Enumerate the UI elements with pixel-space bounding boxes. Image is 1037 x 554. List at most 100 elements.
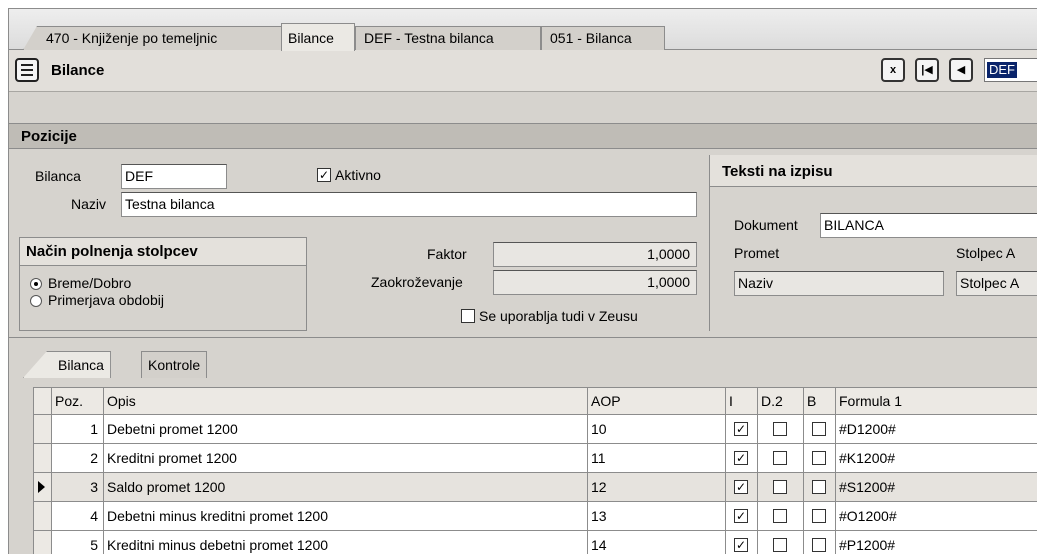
cell-d2[interactable] <box>758 502 804 530</box>
grid-header: Poz. Opis AOP I D.2 B Formula 1 <box>34 388 1037 415</box>
first-record-icon[interactable]: |◀ <box>915 58 939 82</box>
zeus-checkbox[interactable] <box>461 309 475 323</box>
cell-opis[interactable]: Kreditni minus debetni promet 1200 <box>104 531 588 554</box>
tab-bilance[interactable]: Bilance <box>281 23 355 51</box>
tab-def-testna-bilanca[interactable]: DEF - Testna bilanca <box>355 26 541 50</box>
cell-b[interactable] <box>804 531 836 554</box>
tab-051-bilanca[interactable]: 051 - Bilanca <box>541 26 665 50</box>
fill-method-title: Način polnenja stolpcev <box>20 238 306 266</box>
cell-b[interactable] <box>804 444 836 472</box>
naziv-input[interactable]: Testna bilanca <box>121 192 697 217</box>
cell-i[interactable]: ✓ <box>726 444 758 472</box>
list-icon[interactable] <box>15 58 39 82</box>
record-code-input[interactable]: DEF <box>984 58 1037 82</box>
cell-aop[interactable]: 13 <box>588 502 726 530</box>
column-header-poz[interactable]: Poz. <box>52 388 104 414</box>
stolpec-a-input[interactable]: Stolpec A <box>956 271 1037 296</box>
column-header-b[interactable]: B <box>804 388 836 414</box>
cell-aop[interactable]: 14 <box>588 531 726 554</box>
checkbox-b[interactable] <box>812 422 826 436</box>
cell-d2[interactable] <box>758 444 804 472</box>
cell-poz[interactable]: 5 <box>52 531 104 554</box>
cell-formula-1[interactable]: #K1200# <box>836 444 1037 472</box>
cell-poz[interactable]: 4 <box>52 502 104 530</box>
zaokrozevanje-label: Zaokroževanje <box>371 274 463 290</box>
cell-aop[interactable]: 10 <box>588 415 726 443</box>
cell-aop[interactable]: 11 <box>588 444 726 472</box>
radio-breme-dobro[interactable] <box>30 278 42 290</box>
cell-poz[interactable]: 1 <box>52 415 104 443</box>
table-row[interactable]: 2 Kreditni promet 1200 11 ✓ #K1200# <box>34 444 1037 473</box>
cell-i[interactable]: ✓ <box>726 502 758 530</box>
promet-label: Promet <box>734 245 780 261</box>
checkbox-i[interactable]: ✓ <box>734 538 748 552</box>
page-title: Bilance <box>51 62 105 79</box>
table-row[interactable]: 5 Kreditni minus debetni promet 1200 14 ✓ #P… <box>34 531 1037 554</box>
table-row[interactable]: 1 Debetni promet 1200 10 ✓ #D1200# <box>34 415 1037 444</box>
faktor-input[interactable]: 1,0000 <box>493 242 697 267</box>
cell-i[interactable]: ✓ <box>726 473 758 501</box>
table-row[interactable]: 4 Debetni minus kreditni promet 1200 13 ✓ #O… <box>34 502 1037 531</box>
tab-kontrole[interactable]: Kontrole <box>141 351 208 378</box>
checkbox-d2[interactable] <box>773 451 787 465</box>
cell-aop[interactable]: 12 <box>588 473 726 501</box>
faktor-label: Faktor <box>427 246 467 262</box>
cell-poz[interactable]: 3 <box>52 473 104 501</box>
checkbox-b[interactable] <box>812 480 826 494</box>
current-row-arrow-icon <box>38 481 45 493</box>
column-header-d2[interactable]: D.2 <box>758 388 804 414</box>
checkbox-d2[interactable] <box>773 480 787 494</box>
cell-formula-1[interactable]: #S1200# <box>836 473 1037 501</box>
checkbox-i[interactable]: ✓ <box>734 451 748 465</box>
column-header-aop[interactable]: AOP <box>588 388 726 414</box>
checkbox-b[interactable] <box>812 451 826 465</box>
zaokrozevanje-input[interactable]: 1,0000 <box>493 270 697 295</box>
checkbox-d2[interactable] <box>773 538 787 552</box>
cell-d2[interactable] <box>758 415 804 443</box>
cell-b[interactable] <box>804 415 836 443</box>
cell-b[interactable] <box>804 473 836 501</box>
export-excel-icon[interactable]: x <box>881 58 905 82</box>
cell-d2[interactable] <box>758 473 804 501</box>
row-indicator <box>34 415 52 443</box>
column-header-formula-1[interactable]: Formula 1 <box>836 388 1037 414</box>
header-spacer <box>9 93 1037 123</box>
cell-formula-1[interactable]: #D1200# <box>836 415 1037 443</box>
column-header-opis[interactable]: Opis <box>104 388 588 414</box>
checkbox-b[interactable] <box>812 538 826 552</box>
checkbox-i[interactable]: ✓ <box>734 509 748 523</box>
cell-formula-1[interactable]: #O1200# <box>836 502 1037 530</box>
tab-knjizenje[interactable]: 470 - Knjiženje po temeljnic <box>23 26 293 50</box>
cell-b[interactable] <box>804 502 836 530</box>
radio-primerjava-obdobij[interactable] <box>30 295 42 307</box>
checkbox-b[interactable] <box>812 509 826 523</box>
print-texts-panel: Teksti na izpisu Dokument BILANCA Promet… <box>709 155 1037 331</box>
row-indicator <box>34 502 52 530</box>
cell-i[interactable]: ✓ <box>726 415 758 443</box>
checkbox-i[interactable]: ✓ <box>734 422 748 436</box>
fill-method-group: Način polnenja stolpcev Breme/Dobro Prim… <box>19 237 307 331</box>
cell-i[interactable]: ✓ <box>726 531 758 554</box>
cell-poz[interactable]: 2 <box>52 444 104 472</box>
cell-opis[interactable]: Saldo promet 1200 <box>104 473 588 501</box>
bilanca-input[interactable]: DEF <box>121 164 227 189</box>
cell-formula-1[interactable]: #P1200# <box>836 531 1037 554</box>
checkbox-i[interactable]: ✓ <box>734 480 748 494</box>
detail-tab-bar: Bilanca Kontrole <box>9 337 1037 378</box>
cell-opis[interactable]: Kreditni promet 1200 <box>104 444 588 472</box>
section-title: Pozicije <box>21 128 77 145</box>
cell-opis[interactable]: Debetni minus kreditni promet 1200 <box>104 502 588 530</box>
dokument-input[interactable]: BILANCA <box>820 213 1037 238</box>
promet-input[interactable]: Naziv <box>734 271 944 296</box>
column-header-i[interactable]: I <box>726 388 758 414</box>
checkbox-d2[interactable] <box>773 509 787 523</box>
cell-opis[interactable]: Debetni promet 1200 <box>104 415 588 443</box>
print-texts-title: Teksti na izpisu <box>710 155 1037 187</box>
previous-record-icon[interactable]: ◀ <box>949 58 973 82</box>
row-indicator <box>34 473 52 501</box>
cell-d2[interactable] <box>758 531 804 554</box>
checkbox-d2[interactable] <box>773 422 787 436</box>
tab-bilanca[interactable]: Bilanca <box>23 351 111 378</box>
table-row[interactable]: 3 Saldo promet 1200 12 ✓ #S1200# <box>34 473 1037 502</box>
aktivno-checkbox[interactable]: ✓ <box>317 168 331 182</box>
